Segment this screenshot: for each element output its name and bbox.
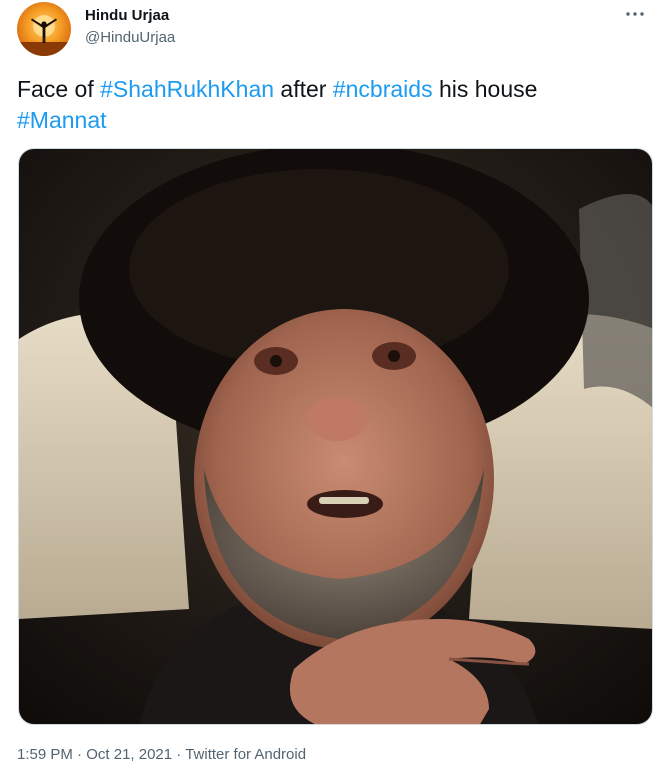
- tweet-source-link[interactable]: Twitter for Android: [185, 746, 306, 763]
- orange-sunset-silhouette-avatar-icon: [17, 2, 71, 56]
- hashtag-mannat-link[interactable]: #Mannat: [17, 107, 107, 133]
- hashtag-ncbraids-link[interactable]: #ncbraids: [333, 76, 433, 102]
- photo-of-man-with-dark-hair-and-grey-beard-in-car-icon: [19, 149, 652, 724]
- more-options-icon[interactable]: [623, 6, 647, 22]
- user-handle[interactable]: @HinduUrjaa: [85, 29, 175, 46]
- user-avatar[interactable]: [17, 2, 71, 56]
- tweet-card: Hindu Urjaa @HinduUrjaa Face of #ShahRuk…: [0, 0, 665, 769]
- tweet-photo[interactable]: [18, 148, 653, 725]
- tweet-meta: 1:59 PM · Oct 21, 2021 · Twitter for And…: [17, 746, 306, 763]
- meta-separator: ·: [72, 746, 87, 763]
- tweet-text-segment: Face of: [17, 76, 101, 102]
- tweet-timestamp-link[interactable]: 1:59 PM: [17, 746, 73, 763]
- tweet-text: Face of #ShahRukhKhan after #ncbraids hi…: [17, 74, 647, 136]
- tweet-text-segment: his house: [432, 76, 538, 102]
- meta-separator: ·: [172, 746, 186, 763]
- tweet-date-link[interactable]: Oct 21, 2021: [86, 746, 172, 763]
- tweet-text-segment: after: [274, 76, 333, 102]
- hashtag-shahrukhkhan-link[interactable]: #ShahRukhKhan: [100, 76, 274, 102]
- user-display-name[interactable]: Hindu Urjaa: [85, 7, 169, 24]
